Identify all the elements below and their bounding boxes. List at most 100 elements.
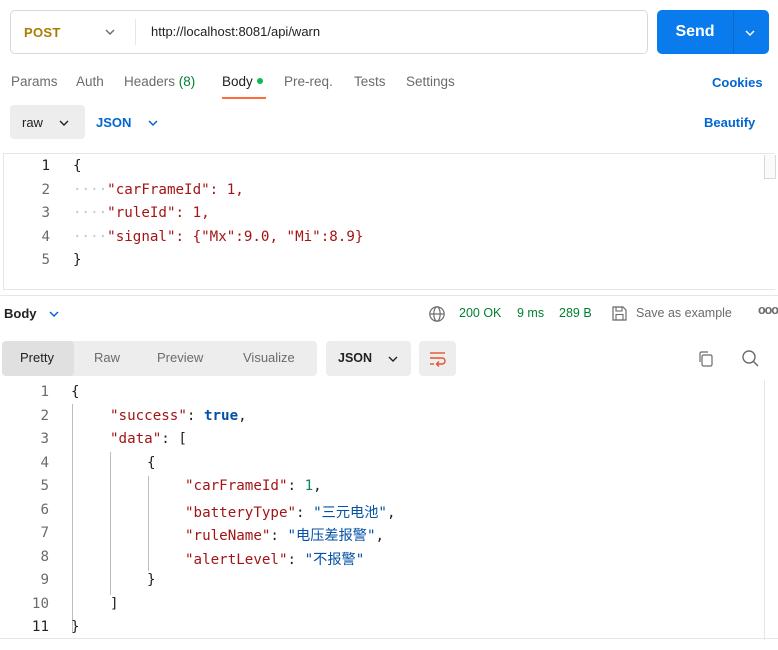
response-code-line: "batteryType": "三元电池", (185, 505, 396, 521)
response-code-line: } (71, 619, 80, 635)
line-number: 2 (41, 182, 50, 198)
code-text: "signal": {"Mx":9.0, "Mi":8.9} (107, 229, 364, 245)
code-line: ····"ruleId": 1, (73, 205, 210, 221)
save-as-example-button[interactable]: Save as example (636, 306, 732, 320)
tab-headers[interactable]: Headers (8) (124, 74, 195, 89)
json-value: 1 (304, 478, 314, 494)
headers-count: (8) (178, 74, 196, 89)
body-mode-dropdown[interactable]: raw (10, 105, 85, 139)
method-selector[interactable]: POST (11, 11, 135, 53)
line-number: 8 (40, 549, 49, 565)
line-number: 2 (40, 408, 49, 424)
code-text: [ (178, 431, 187, 447)
tab-params[interactable]: Params (11, 74, 58, 89)
line-number: 9 (40, 572, 49, 588)
beautify-link[interactable]: Beautify (704, 115, 755, 130)
url-divider (135, 19, 136, 45)
tab-preview[interactable]: Preview (157, 350, 203, 365)
tab-body[interactable]: Body (222, 74, 263, 89)
tab-visualize[interactable]: Visualize (243, 350, 295, 365)
code-text: { (71, 384, 80, 400)
response-scrollbar[interactable] (764, 380, 778, 640)
bottom-divider (0, 638, 778, 639)
chevron-down-icon (105, 29, 115, 35)
response-code-line: "success": true, (110, 408, 247, 424)
search-icon[interactable] (741, 349, 760, 368)
code-text: } (73, 252, 82, 268)
tab-tests[interactable]: Tests (354, 74, 386, 89)
json-key: "ruleName" (185, 528, 271, 544)
response-body-dropdown[interactable]: Body (4, 306, 37, 321)
chevron-down-icon (388, 356, 398, 362)
copy-icon[interactable] (697, 350, 715, 368)
code-text: { (147, 455, 156, 471)
wrap-lines-button[interactable] (419, 341, 456, 376)
json-value: true (203, 408, 239, 424)
line-number: 1 (40, 384, 49, 400)
send-label: Send (675, 23, 715, 40)
chevron-down-icon[interactable] (48, 308, 60, 320)
line-number: 10 (31, 596, 49, 612)
cookies-link[interactable]: Cookies (712, 75, 763, 90)
globe-icon[interactable] (428, 305, 446, 323)
response-code-line: { (71, 384, 80, 400)
tab-pretty[interactable]: Pretty (20, 350, 54, 365)
body-indicator-dot (256, 78, 263, 85)
response-format-dropdown[interactable]: JSON (326, 341, 411, 376)
send-button[interactable]: Send (657, 10, 769, 54)
code-line: } (73, 252, 82, 268)
url-input[interactable]: http://localhost:8081/api/warn (151, 24, 320, 39)
response-code-line: "alertLevel": "不报警" (185, 552, 365, 568)
tab-headers-label: Headers (124, 74, 176, 89)
json-key: "carFrameId" (185, 478, 288, 494)
wrap-lines-icon (430, 352, 446, 367)
tab-raw[interactable]: Raw (94, 350, 120, 365)
body-language-dropdown[interactable]: JSON (96, 115, 131, 130)
line-number: 6 (40, 502, 49, 518)
json-key: "batteryType" (185, 505, 297, 521)
request-body-editor[interactable] (3, 153, 775, 290)
indent-whitespace: ···· (73, 182, 108, 198)
response-code-line: "data": [ (110, 431, 187, 447)
response-code-line: ] (110, 596, 119, 612)
json-key: "alertLevel" (185, 552, 288, 568)
response-format-label: JSON (338, 351, 373, 365)
chevron-down-icon[interactable] (744, 27, 756, 39)
chevron-down-icon (59, 120, 69, 126)
send-divider (733, 10, 734, 54)
method-label: POST (24, 24, 61, 40)
indent-guide (72, 404, 73, 632)
code-text: ] (110, 596, 119, 612)
json-key: "success" (110, 408, 187, 424)
response-code-line: "ruleName": "电压差报警", (185, 528, 385, 544)
tab-settings[interactable]: Settings (406, 74, 455, 89)
chevron-down-icon[interactable] (147, 117, 159, 129)
json-value: "三元电池" (313, 505, 387, 521)
response-time[interactable]: 9 ms (517, 306, 544, 320)
indent-guide (148, 476, 149, 571)
line-number: 3 (40, 431, 49, 447)
indent-whitespace: ···· (73, 229, 108, 245)
json-value: "不报警" (304, 552, 365, 568)
request-url-bar: POST http://localhost:8081/api/warn (10, 10, 648, 54)
status-code[interactable]: 200 OK (459, 306, 501, 320)
code-line: ····"carFrameId": 1, (73, 182, 244, 198)
response-code-line: { (147, 455, 156, 471)
tab-body-label: Body (222, 74, 253, 89)
response-section-label: Body (4, 306, 37, 321)
tab-auth[interactable]: Auth (76, 74, 104, 89)
line-number: 5 (41, 252, 50, 268)
line-number: 5 (40, 478, 49, 494)
code-text: } (71, 619, 80, 635)
section-divider (0, 295, 778, 296)
save-icon[interactable] (611, 305, 628, 322)
line-number: 4 (41, 229, 50, 245)
more-options-button[interactable]: ooo (758, 303, 778, 317)
code-text: "carFrameId": 1, (107, 182, 244, 198)
indent-guide (110, 452, 111, 595)
editor-scrollbar[interactable] (764, 155, 776, 179)
line-number: 7 (40, 525, 49, 541)
code-text: { (73, 158, 82, 174)
response-size[interactable]: 289 B (559, 306, 592, 320)
tab-prereq[interactable]: Pre-req. (284, 74, 333, 89)
